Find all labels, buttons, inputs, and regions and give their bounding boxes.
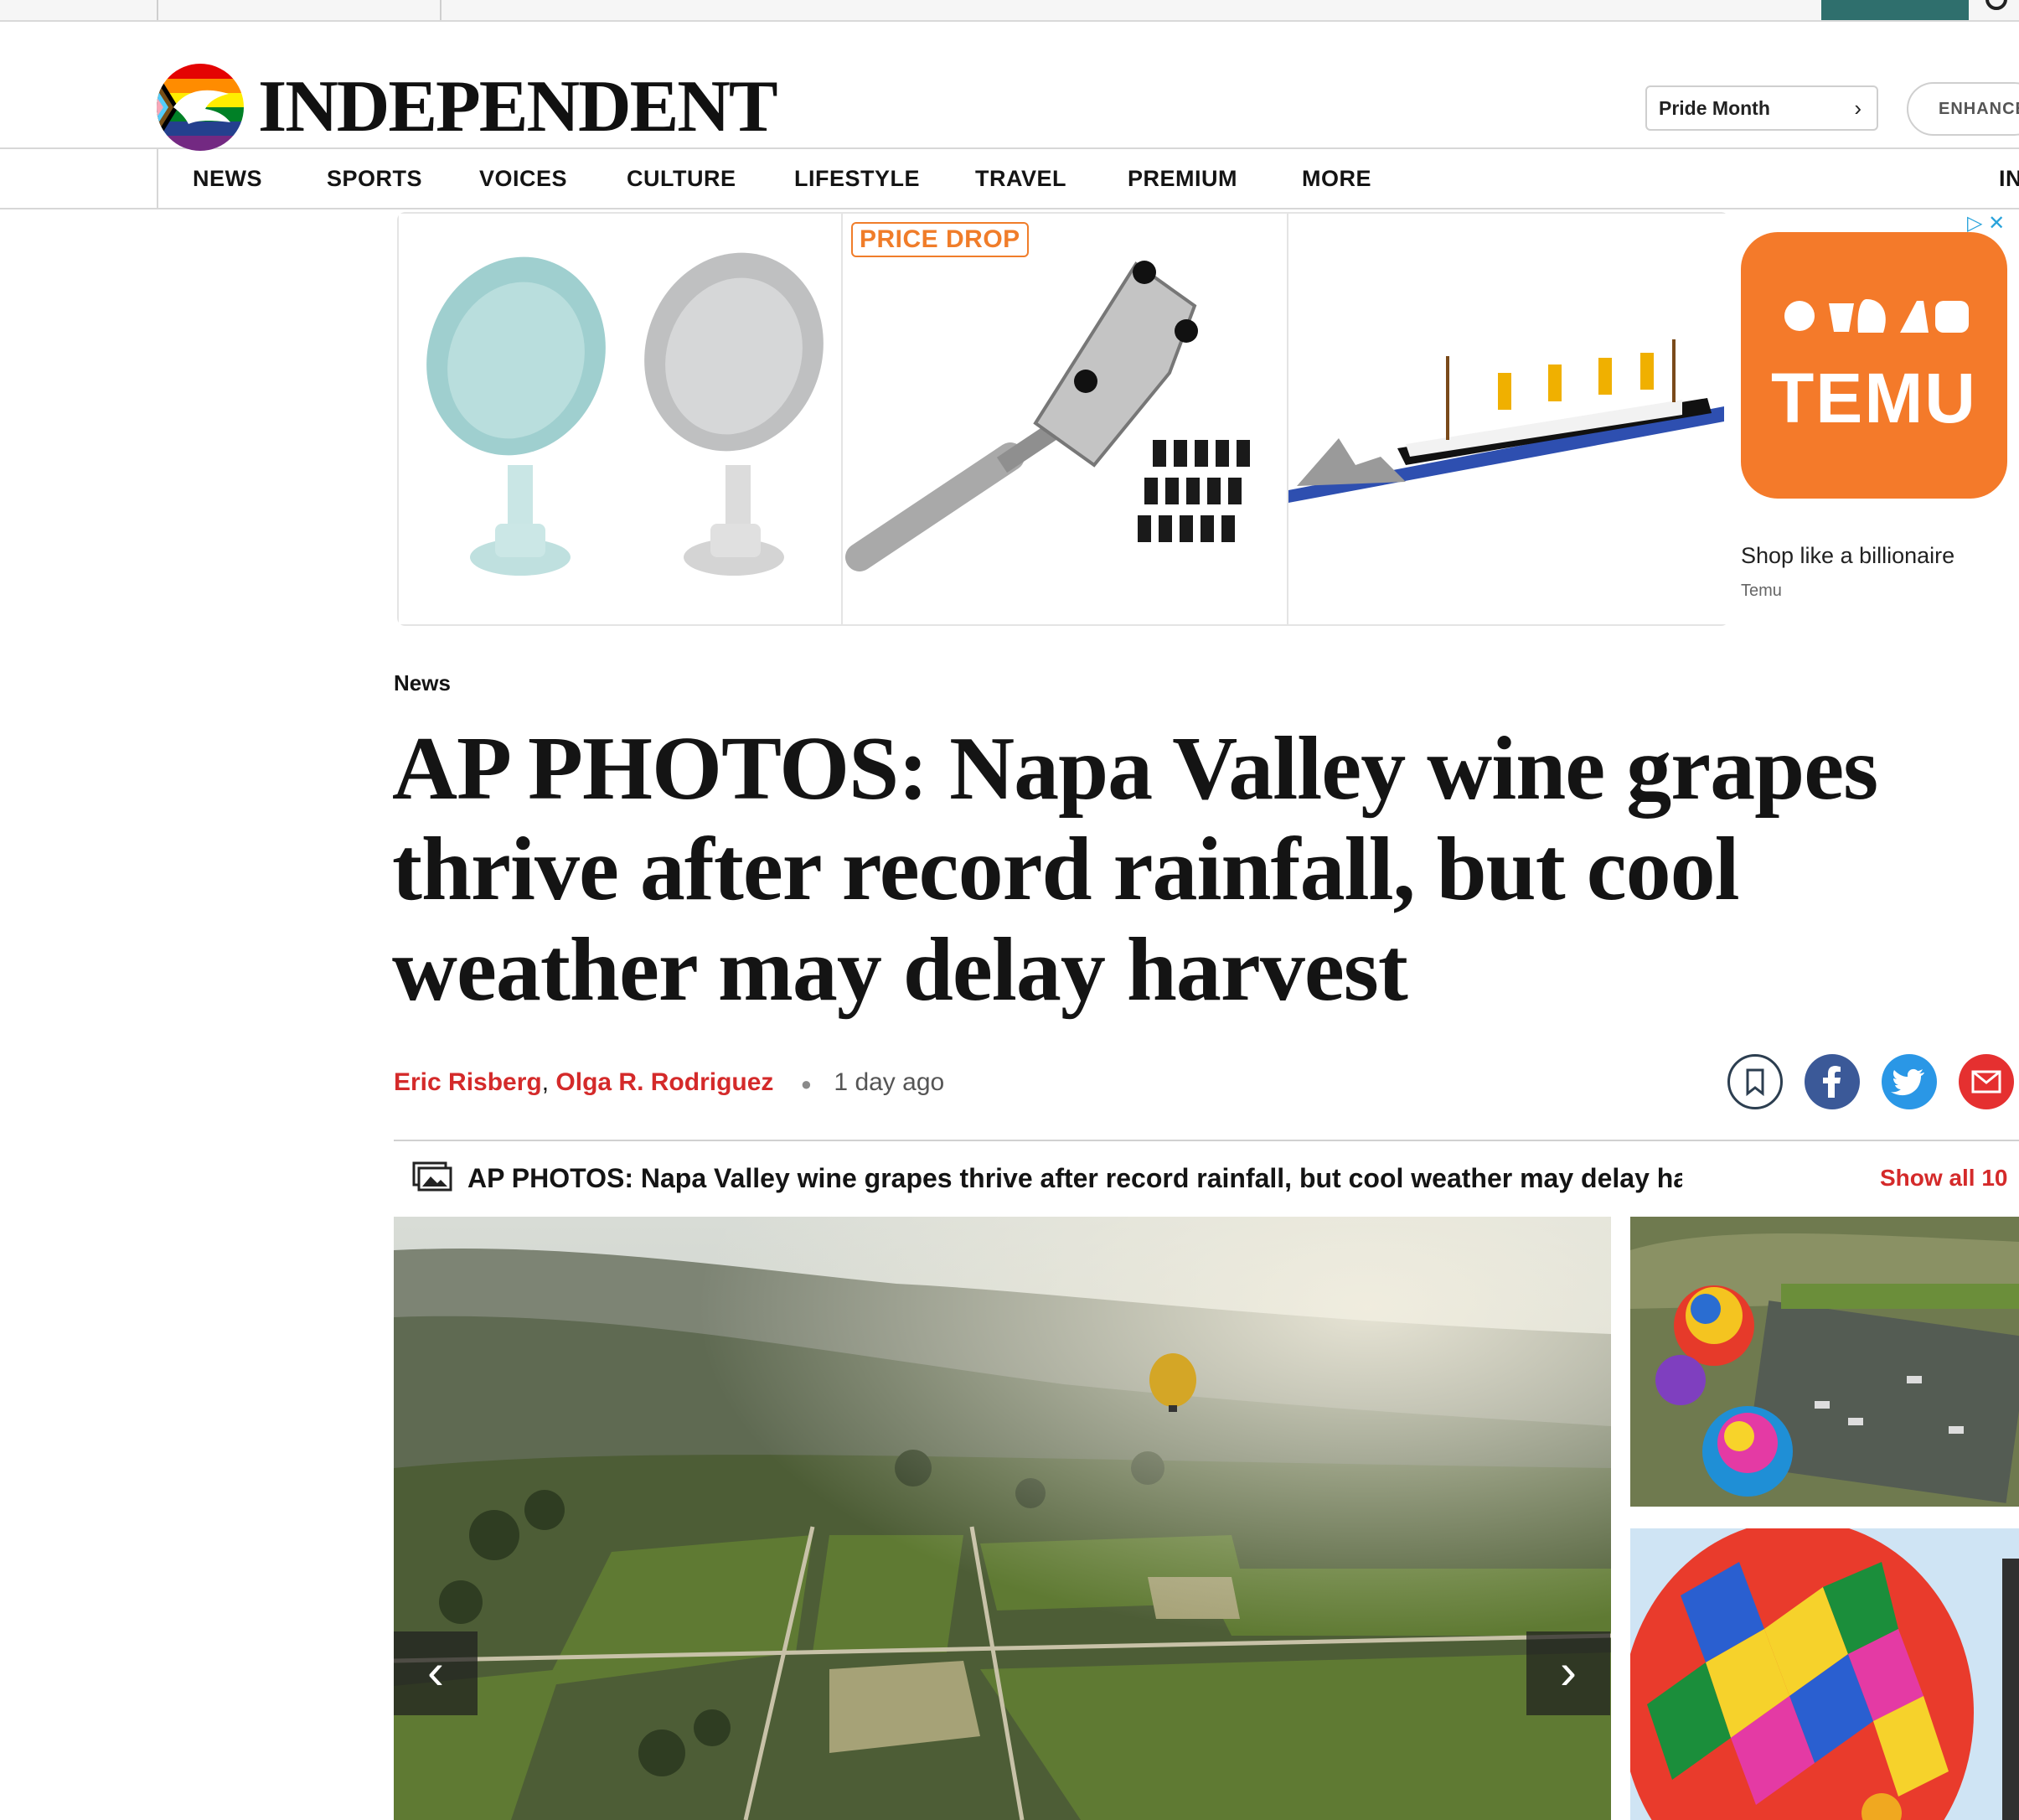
ad-tagline[interactable]: Shop like a billionaire	[1741, 543, 1954, 569]
strip-divider	[157, 0, 158, 20]
published-time: 1 day ago	[834, 1068, 945, 1096]
byline-dot: ●	[800, 1073, 813, 1094]
ad-advertiser: Temu	[1741, 582, 1782, 600]
gallery-divider	[394, 1140, 2019, 1141]
advertisement[interactable]	[397, 212, 1731, 626]
ad-product-ship-model[interactable]	[1288, 214, 1731, 624]
pride-month-button[interactable]: Pride Month ›	[1645, 85, 1878, 131]
site-header: INDEPENDENT Pride Month › ENHANCED	[0, 22, 2019, 151]
nav-item-lifestyle[interactable]: LIFESTYLE	[794, 149, 920, 208]
nav-item-more[interactable]: MORE	[1302, 149, 1371, 208]
gallery-title: AP PHOTOS: Napa Valley wine grapes thriv…	[467, 1163, 1682, 1193]
gallery-main-photo[interactable]	[394, 1217, 1611, 1820]
strip-divider	[440, 0, 441, 20]
author-link[interactable]: Olga R. Rodriguez	[555, 1068, 773, 1096]
article-headline: AP PHOTOS: Napa Valley wine grapes thriv…	[392, 719, 1878, 1020]
temu-wordmark: TEMU	[1771, 359, 1977, 437]
gallery-prev-button[interactable]: ‹	[394, 1631, 478, 1715]
gallery-next-button[interactable]: ›	[1526, 1631, 1610, 1715]
nav-item-news[interactable]: NEWS	[193, 149, 262, 208]
twitter-icon[interactable]	[1882, 1054, 1937, 1109]
ad-product-soap-dish[interactable]	[399, 214, 843, 624]
nav-item-sports[interactable]: SPORTS	[327, 149, 422, 208]
site-logo-wordmark[interactable]: INDEPENDENT	[258, 67, 778, 147]
price-drop-badge: PRICE DROP	[851, 222, 1029, 257]
gallery-icon	[412, 1161, 452, 1192]
nav-item-overflow[interactable]: IN	[1999, 149, 2019, 208]
byline: Eric Risberg, Olga R. Rodriguez ● 1 day …	[394, 1064, 944, 1103]
author-link[interactable]: Eric Risberg	[394, 1068, 542, 1096]
section-label[interactable]: News	[394, 670, 451, 696]
subscribe-tab[interactable]	[1821, 0, 1969, 20]
nav-item-travel[interactable]: TRAVEL	[975, 149, 1066, 208]
nav-item-voices[interactable]: VOICES	[479, 149, 567, 208]
main-nav: NEWS SPORTS VOICES CULTURE LIFESTYLE TRA…	[0, 149, 2019, 209]
facebook-icon[interactable]	[1805, 1054, 1860, 1109]
nav-divider	[157, 149, 158, 208]
ad-product-watch-tool[interactable]	[843, 214, 1288, 624]
gallery-thumbnail[interactable]	[1630, 1528, 2019, 1820]
author-separator: ,	[541, 1068, 550, 1096]
show-all-button[interactable]: Show all 10	[1880, 1161, 2008, 1195]
nav-item-culture[interactable]: CULTURE	[627, 149, 736, 208]
browser-top-strip	[0, 0, 2019, 22]
bookmark-icon[interactable]	[1727, 1054, 1783, 1109]
gallery-thumbnail[interactable]	[1630, 1217, 2019, 1507]
chevron-right-icon: ›	[1854, 96, 1862, 121]
search-icon[interactable]	[1985, 0, 2007, 10]
temu-logo[interactable]: TEMU	[1741, 232, 2007, 499]
nav-item-premium[interactable]: PREMIUM	[1128, 149, 1237, 208]
pride-month-label: Pride Month	[1659, 97, 1770, 119]
enhanced-button[interactable]: ENHANCED	[1907, 82, 2019, 136]
logo-eagle-icon[interactable]	[157, 64, 244, 151]
email-icon[interactable]	[1959, 1054, 2014, 1109]
